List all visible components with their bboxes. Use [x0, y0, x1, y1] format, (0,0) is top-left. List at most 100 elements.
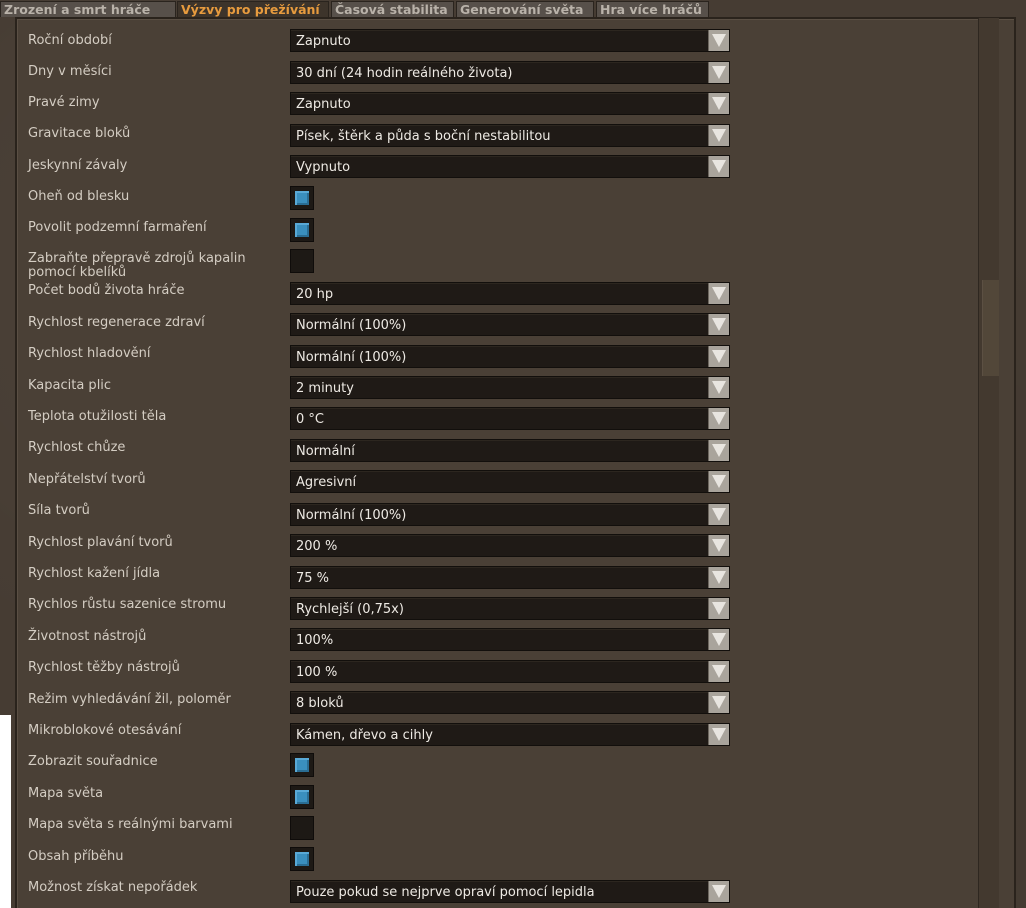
dropdown-prave-zimy[interactable]: Zapnuto	[290, 92, 730, 115]
setting-label-jeskynni-zavaly: Jeskynní závaly	[28, 158, 128, 173]
chevron-down-icon[interactable]	[708, 62, 729, 83]
checkbox-obsah-pribehu[interactable]	[290, 847, 314, 871]
dropdown-rychlost-kazeni-jidla[interactable]: 75 %	[290, 566, 730, 589]
checkbox-checked-icon	[295, 790, 309, 804]
dropdown-rychlost-plavani-tvoru[interactable]: 200 %	[290, 534, 730, 557]
dropdown-teplota-otuzilosti-tela[interactable]: 0 °C	[290, 407, 730, 430]
dropdown-value: Zapnuto	[296, 97, 351, 112]
checkbox-mapa-sveta[interactable]	[290, 785, 314, 809]
chevron-down-icon[interactable]	[708, 408, 729, 429]
dropdown-value: Kámen, dřevo a cihly	[296, 728, 433, 743]
dropdown-value: 30 dní (24 hodin reálného života)	[296, 66, 513, 81]
checkbox-ohen-od-blesku[interactable]	[290, 186, 314, 210]
chevron-down-icon[interactable]	[708, 629, 729, 650]
dropdown-value: Vypnuto	[296, 160, 351, 175]
dropdown-rychlost-hladoveni[interactable]: Normální (100%)	[290, 345, 730, 368]
setting-label-gravitace-bloku: Gravitace bloků	[28, 126, 131, 141]
tab-temporal-stability[interactable]: Časová stabilita	[331, 1, 454, 17]
setting-label-rychlost-tezby-nastroju: Rychlost těžby nástrojů	[28, 660, 180, 675]
dropdown-sila-tvoru[interactable]: Normální (100%)	[290, 503, 730, 526]
setting-label-rezim-vyhledavani-zil-polomer: Režim vyhledávání žil, poloměr	[28, 692, 231, 707]
chevron-down-icon[interactable]	[708, 881, 729, 902]
dropdown-pocet-bodu-zivota-hrace[interactable]: 20 hp	[290, 282, 730, 305]
dropdown-rezim-vyhledavani-zil-polomer[interactable]: 8 bloků	[290, 691, 730, 714]
chevron-down-icon[interactable]	[708, 314, 729, 335]
tab-survival-challenges[interactable]: Výzvy pro přežívání	[177, 1, 329, 17]
chevron-down-icon[interactable]	[708, 504, 729, 525]
setting-label-prave-zimy: Pravé zimy	[28, 95, 100, 110]
dropdown-rychlost-chuze[interactable]: Normální	[290, 439, 730, 462]
chevron-down-icon[interactable]	[708, 692, 729, 713]
dropdown-value: Rychlejší (0,75x)	[296, 602, 404, 617]
dropdown-dny-v-mesici[interactable]: 30 dní (24 hodin reálného života)	[290, 61, 730, 84]
tab-world-generation[interactable]: Generování světa	[456, 1, 594, 17]
checkbox-povolit-podzemni-farmareni[interactable]	[290, 218, 314, 242]
chevron-down-icon[interactable]	[708, 535, 729, 556]
chevron-down-icon[interactable]	[708, 93, 729, 114]
checkbox-checked-icon	[295, 852, 309, 866]
dropdown-moznost-ziskat-neporadek[interactable]: Pouze pokud se nejprve opraví pomocí lep…	[290, 880, 730, 903]
chevron-down-icon[interactable]	[708, 440, 729, 461]
chevron-down-icon[interactable]	[708, 471, 729, 492]
dropdown-rychlost-tezby-nastroju[interactable]: 100 %	[290, 660, 730, 683]
setting-label-rychlost-kazeni-jidla: Rychlost kažení jídla	[28, 566, 161, 581]
dropdown-kapacita-plic[interactable]: 2 minuty	[290, 376, 730, 399]
checkbox-zabrante-preprave-zdroju-kapalin-pomoci-kbeliku[interactable]	[290, 249, 314, 273]
checkbox-zobrazit-souradnice[interactable]	[290, 753, 314, 777]
checkbox-checked-icon	[295, 191, 309, 205]
setting-label-povolit-podzemni-farmareni: Povolit podzemní farmaření	[28, 220, 207, 235]
chevron-down-icon[interactable]	[708, 30, 729, 51]
dropdown-value: Normální	[296, 444, 355, 459]
setting-label-zabrante-preprave-zdroju-kapalin-pomoci-kbeliku: Zabraňte přepravě zdrojů kapalin pomocí …	[28, 251, 246, 280]
dropdown-rocni-obdobi[interactable]: Zapnuto	[290, 29, 730, 52]
chevron-down-icon[interactable]	[708, 346, 729, 367]
dropdown-gravitace-bloku[interactable]: Písek, štěrk a půda s boční nestabilitou	[290, 124, 730, 147]
checkbox-checked-icon	[295, 758, 309, 772]
window-edge	[0, 715, 11, 908]
tab-bar: Zrození a smrt hráče Výzvy pro přežívání…	[0, 0, 1026, 17]
scrollbar-thumb[interactable]	[982, 280, 999, 376]
dropdown-rychlos-rustu-sazenice-stromu[interactable]: Rychlejší (0,75x)	[290, 597, 730, 620]
dropdown-value: 8 bloků	[296, 696, 344, 711]
dropdown-zivotnost-nastroju[interactable]: 100%	[290, 628, 730, 651]
dropdown-jeskynni-zavaly[interactable]: Vypnuto	[290, 155, 730, 178]
chevron-down-icon[interactable]	[708, 283, 729, 304]
chevron-down-icon[interactable]	[708, 156, 729, 177]
dropdown-value: 75 %	[296, 571, 330, 586]
chevron-down-icon[interactable]	[708, 377, 729, 398]
setting-label-obsah-pribehu: Obsah příběhu	[28, 849, 124, 864]
chevron-down-icon[interactable]	[708, 661, 729, 682]
setting-label-rychlost-regenerace-zdravi: Rychlost regenerace zdraví	[28, 315, 205, 330]
setting-label-moznost-ziskat-neporadek: Možnost získat nepořádek	[28, 880, 198, 895]
dropdown-nepratelstvi-tvoru[interactable]: Agresivní	[290, 470, 730, 493]
scrollbar-track[interactable]	[978, 18, 999, 908]
setting-label-mapa-sveta-s-realnymi-barvami: Mapa světa s reálnými barvami	[28, 817, 233, 832]
setting-label-dny-v-mesici: Dny v měsíci	[28, 64, 112, 79]
chevron-down-icon[interactable]	[708, 125, 729, 146]
dropdown-rychlost-regenerace-zdravi[interactable]: Normální (100%)	[290, 313, 730, 336]
dropdown-value: 2 minuty	[296, 381, 354, 396]
setting-label-rychlost-plavani-tvoru: Rychlost plavání tvorů	[28, 535, 173, 550]
dropdown-mikroblokove-otesavani[interactable]: Kámen, dřevo a cihly	[290, 723, 730, 746]
setting-label-zobrazit-souradnice: Zobrazit souřadnice	[28, 754, 158, 769]
dropdown-value: 200 %	[296, 539, 338, 554]
tab-player-birth-death[interactable]: Zrození a smrt hráče	[0, 1, 176, 17]
chevron-down-icon[interactable]	[708, 598, 729, 619]
dropdown-value: 20 hp	[296, 287, 334, 302]
dropdown-value: Normální (100%)	[296, 350, 407, 365]
setting-label-kapacita-plic: Kapacita plic	[28, 378, 112, 393]
setting-label-mikroblokove-otesavani: Mikroblokové otesávání	[28, 723, 182, 738]
checkbox-mapa-sveta-s-realnymi-barvami[interactable]	[290, 816, 314, 840]
settings-screen: Zrození a smrt hráče Výzvy pro přežívání…	[0, 0, 1026, 908]
dropdown-value: Pouze pokud se nejprve opraví pomocí lep…	[296, 885, 595, 900]
checkbox-checked-icon	[295, 223, 309, 237]
setting-label-pocet-bodu-zivota-hrace: Počet bodů života hráče	[28, 283, 185, 298]
setting-label-ohen-od-blesku: Oheň od blesku	[28, 189, 130, 204]
tab-multiplayer[interactable]: Hra více hráčů	[596, 1, 709, 17]
dropdown-value: Agresivní	[296, 475, 357, 490]
chevron-down-icon[interactable]	[708, 567, 729, 588]
setting-label-rychlos-rustu-sazenice-stromu: Rychlos růstu sazenice stromu	[28, 597, 227, 612]
chevron-down-icon[interactable]	[708, 724, 729, 745]
setting-label-sila-tvoru: Síla tvorů	[28, 503, 90, 518]
settings-panel	[15, 17, 1016, 908]
